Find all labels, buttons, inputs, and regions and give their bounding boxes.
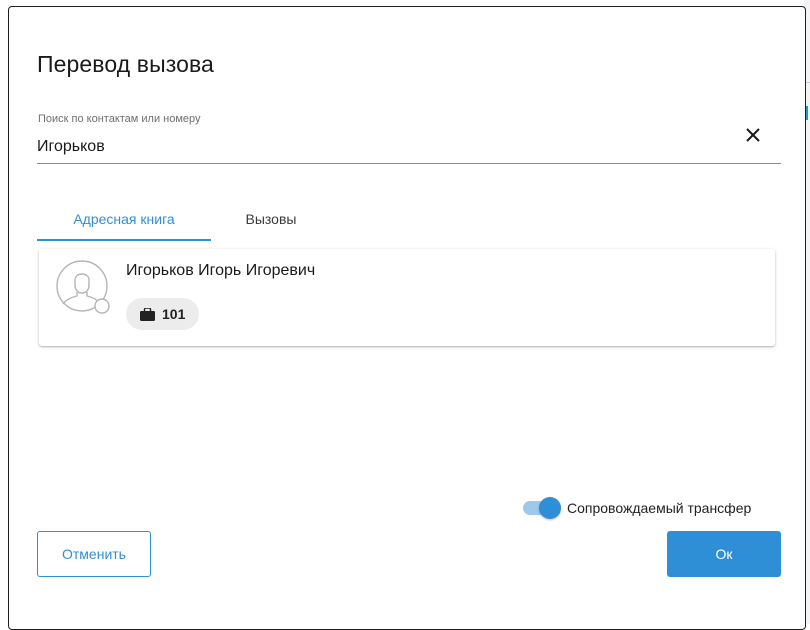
search-field-label: Поиск по контактам или номеру: [38, 113, 201, 125]
clear-search-button[interactable]: [739, 121, 767, 149]
attended-transfer-toggle[interactable]: [521, 497, 561, 519]
cancel-button[interactable]: Отменить: [37, 531, 151, 577]
active-tab-indicator: [37, 239, 211, 241]
close-icon: [746, 128, 760, 142]
contact-name: Игорьков Игорь Игоревич: [126, 262, 316, 279]
attended-transfer-control: Сопровождаемый трансфер: [521, 497, 751, 519]
transfer-call-dialog: Перевод вызова Поиск по контактам или но…: [8, 6, 806, 630]
tab-address-book[interactable]: Адресная книга: [37, 197, 211, 241]
extension-chip[interactable]: 101: [126, 298, 200, 330]
ok-button[interactable]: Ок: [667, 531, 781, 577]
tab-calls[interactable]: Вызовы: [211, 197, 331, 241]
contact-card[interactable]: Игорьков Игорь Игоревич 101: [39, 249, 775, 346]
search-input[interactable]: [37, 135, 747, 159]
dialog-title: Перевод вызова: [37, 51, 214, 77]
tab-bar: Адресная книга Вызовы: [37, 197, 781, 241]
toggle-thumb: [539, 497, 561, 519]
briefcase-icon: [140, 307, 155, 321]
attended-transfer-label: Сопровождаемый трансфер: [567, 500, 752, 516]
search-underline: [37, 163, 781, 164]
user-avatar-icon: [55, 259, 113, 317]
extension-number: 101: [162, 306, 186, 322]
